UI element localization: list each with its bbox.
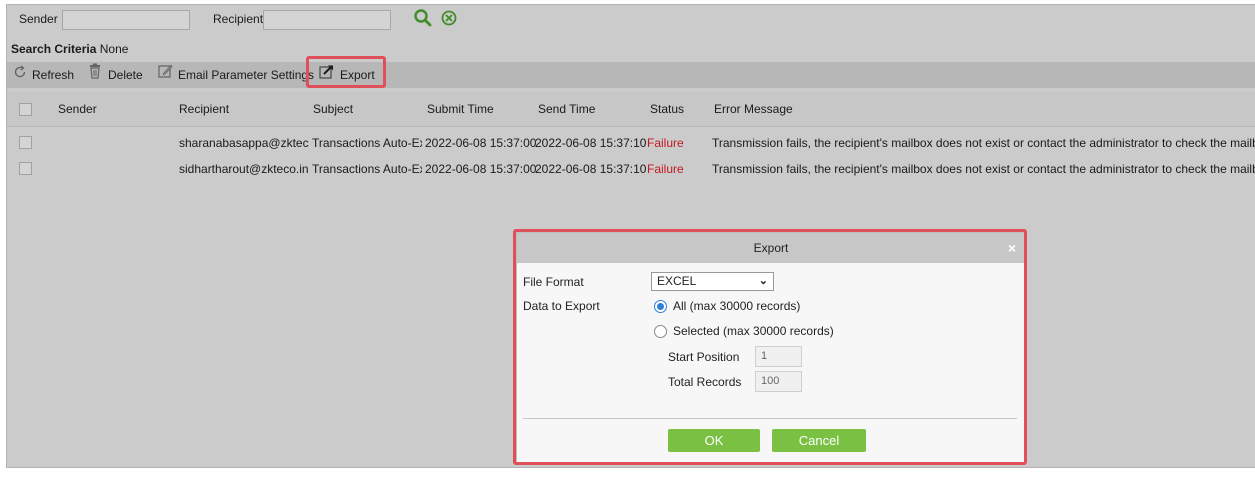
export-highlight-box [306,56,386,88]
dialog-highlight-box [513,229,1027,465]
